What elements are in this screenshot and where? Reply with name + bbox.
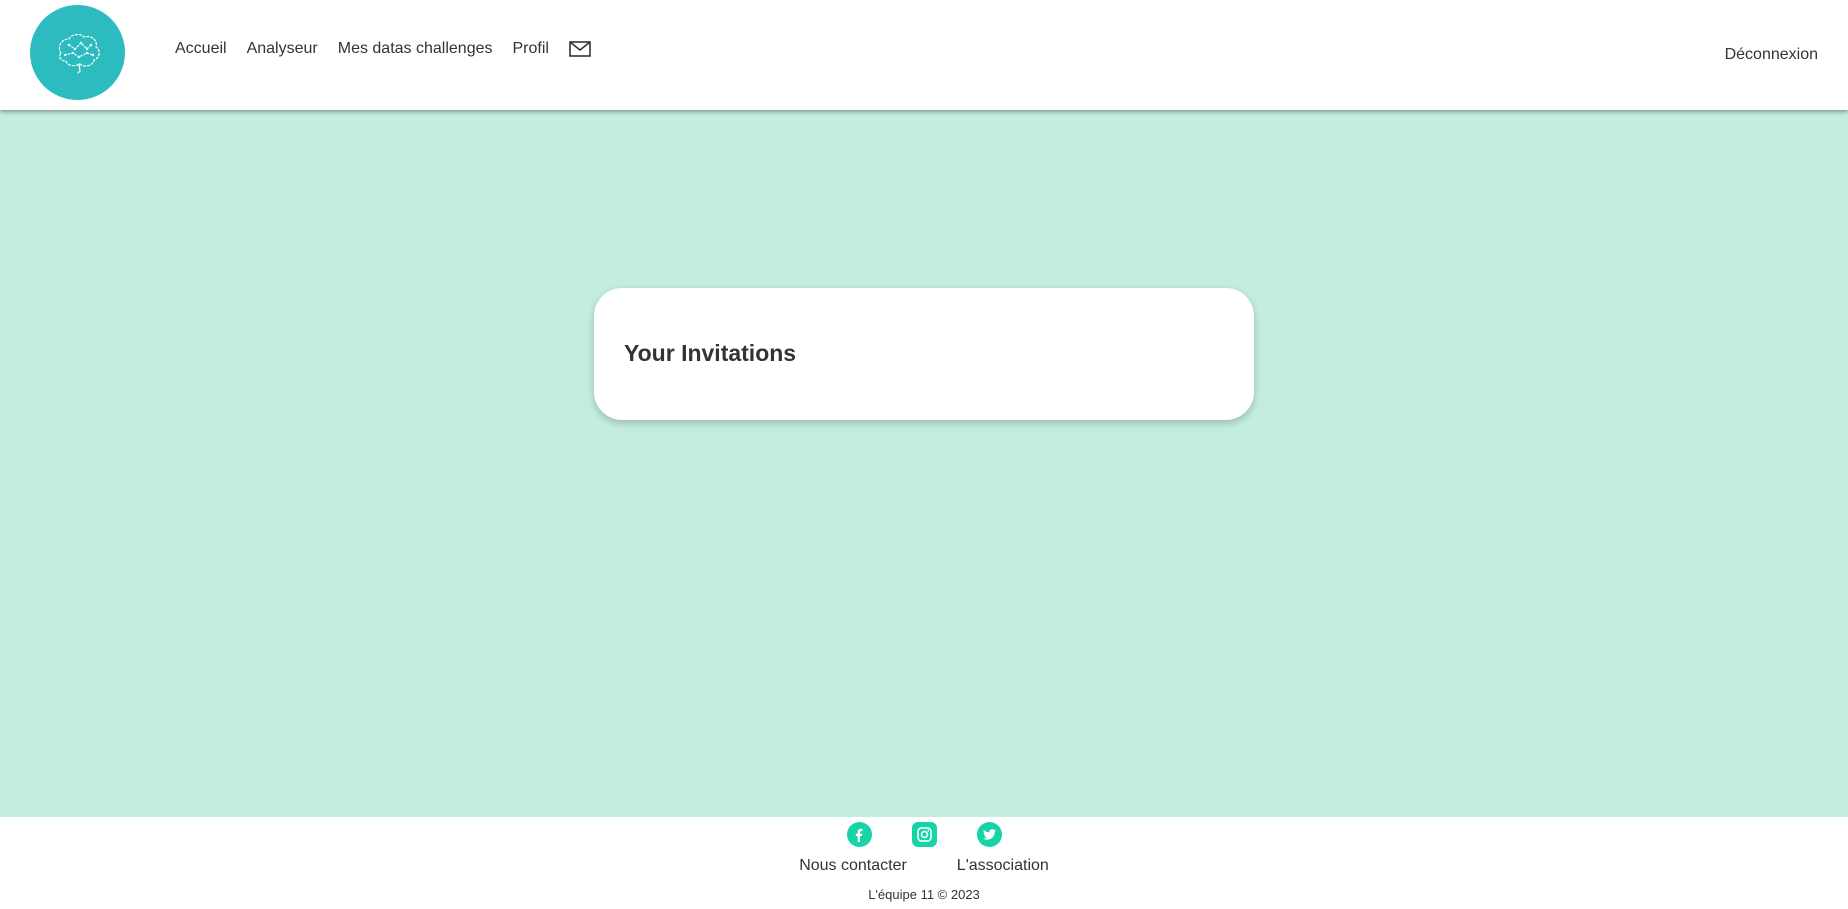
association-link[interactable]: L'association — [957, 857, 1049, 875]
site-footer: Nous contacter L'association L'équipe 11… — [0, 817, 1848, 909]
main-content: Your Invitations — [0, 110, 1848, 817]
top-navbar: Accueil Analyseur Mes datas challenges P… — [0, 0, 1848, 110]
logout-link[interactable]: Déconnexion — [1725, 46, 1818, 64]
nav-analyzer-link[interactable]: Analyseur — [247, 40, 318, 58]
brain-icon — [58, 33, 100, 74]
invitations-title: Your Invitations — [624, 340, 797, 366]
facebook-icon[interactable] — [846, 822, 872, 847]
copyright-text: L'équipe 11 © 2023 — [868, 887, 980, 902]
mail-icon[interactable] — [569, 41, 591, 57]
contact-link[interactable]: Nous contacter — [799, 857, 907, 875]
footer-links: Nous contacter L'association — [0, 857, 1848, 875]
instagram-icon[interactable] — [911, 822, 937, 847]
main-nav: Accueil Analyseur Mes datas challenges P… — [175, 40, 591, 58]
invitations-card: Your Invitations — [594, 288, 1254, 420]
nav-challenges-link[interactable]: Mes datas challenges — [338, 40, 493, 58]
site-logo[interactable] — [30, 5, 125, 100]
twitter-icon[interactable] — [976, 822, 1002, 847]
nav-profile-link[interactable]: Profil — [513, 40, 549, 58]
social-links — [0, 822, 1848, 847]
nav-home-link[interactable]: Accueil — [175, 40, 227, 58]
